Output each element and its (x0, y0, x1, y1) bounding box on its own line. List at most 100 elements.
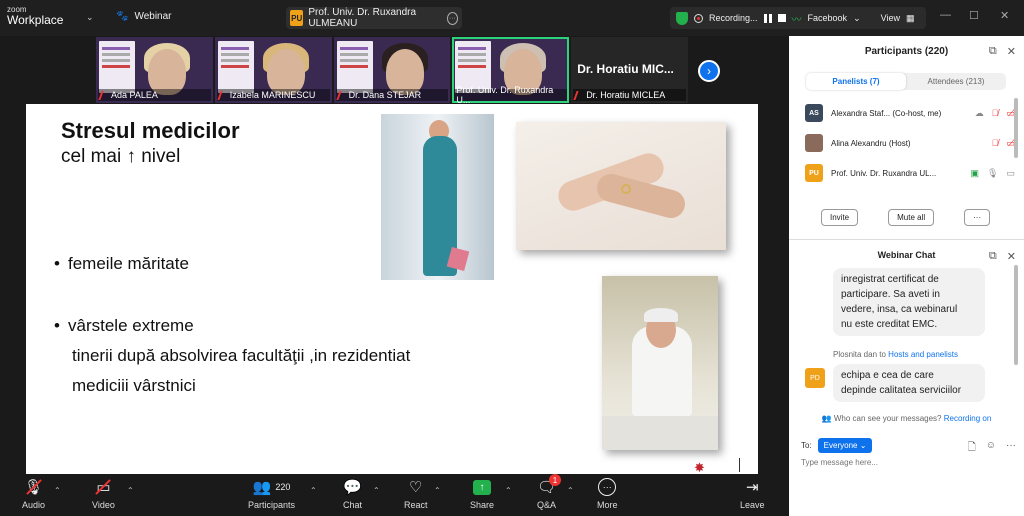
live-label[interactable]: Facebook (808, 13, 848, 23)
participant-row[interactable]: PU Prof. Univ. Dr. Ruxandra UL... ▣ 🎙 ▭ (805, 162, 1015, 184)
participants-scrollbar[interactable] (1014, 98, 1018, 158)
chevron-up-icon[interactable]: ⌃ (505, 486, 512, 495)
chevron-down-icon[interactable]: ⌄ (853, 13, 861, 24)
chevron-up-icon[interactable]: ⌃ (434, 486, 441, 495)
desk-shape (602, 416, 718, 450)
avatar: PD (805, 368, 825, 388)
more-options-icon[interactable]: ··· (446, 11, 458, 25)
participant-row[interactable]: AS Alexandra Staf... (Co-host, me) ☁ 🎙̸ … (805, 102, 1015, 124)
tile-nameplate: Izabela MARINESCU (216, 89, 330, 101)
tab-panelists[interactable]: Panelists (7) (806, 73, 906, 90)
recipient-select[interactable]: Everyone ⌄ (817, 438, 873, 453)
mic-icon[interactable]: 🎙 (987, 168, 998, 179)
stop-icon[interactable] (777, 14, 786, 22)
minimize-icon[interactable]: — (940, 9, 951, 21)
shield-icon[interactable] (676, 11, 688, 25)
tile-name: Prof. Univ. Dr. Ruxandra U... (456, 85, 554, 103)
participants-button[interactable]: 👥 220 Participants (248, 478, 295, 510)
participants-label: Participants (248, 500, 296, 510)
active-speaker-pill[interactable]: PU Prof. Univ. Dr. Ruxandra ULMEANU ··· (286, 7, 462, 29)
grid-icon[interactable]: ▦ (906, 13, 915, 24)
close-icon[interactable]: ✕ (1007, 250, 1016, 263)
slide-line: tinerii după absolvirea facultăţii ,in r… (72, 346, 411, 365)
chevron-up-icon[interactable]: ⌃ (54, 486, 61, 495)
react-button[interactable]: ♡ React (404, 478, 428, 510)
people-icon: 👥 (821, 414, 832, 423)
view-label[interactable]: View (881, 13, 900, 23)
more-button[interactable]: ··· More (597, 478, 618, 510)
slide-thumbnail (99, 41, 135, 93)
camera-icon[interactable]: ▭ (1006, 168, 1015, 179)
message-line: nu este creditat EMC. (841, 319, 938, 330)
message-visibility-note[interactable]: 👥 Who can see your messages? Recording o… (789, 414, 1024, 423)
qa-icon: 🗨 1 (537, 474, 561, 496)
message-line: participare. Sa aveti in (841, 289, 940, 300)
share-screen-icon: ↑ (473, 478, 492, 496)
paw-icon: 🐾 (116, 11, 129, 22)
emoji-icon[interactable]: ☺ (986, 440, 996, 457)
chevron-up-icon[interactable]: ⌃ (373, 486, 380, 495)
popout-icon[interactable]: ⧉ (989, 250, 997, 263)
mic-muted-icon (217, 90, 229, 100)
share-button[interactable]: ↑ Share (470, 478, 494, 510)
webinar-label: 🐾 Webinar (116, 11, 172, 22)
video-tile[interactable]: Ada PALEA (96, 37, 213, 103)
mute-all-button[interactable]: Mute all (888, 209, 935, 226)
chevron-up-icon[interactable]: ⌃ (127, 486, 134, 495)
mode-text: Webinar (134, 11, 172, 22)
video-tile[interactable]: Izabela MARINESCU (214, 37, 332, 103)
tab-attendees[interactable]: Attendees (213) (906, 73, 1006, 90)
chevron-up-icon[interactable]: ⌃ (310, 486, 317, 495)
invite-button[interactable]: Invite (821, 209, 859, 226)
popout-icon[interactable]: ⧉ (989, 45, 997, 58)
chevron-down-icon[interactable]: ⌄ (86, 12, 94, 23)
maximize-icon[interactable]: ☐ (969, 9, 979, 22)
bullet-text: vârstele extreme (68, 316, 194, 335)
message-line: vedere, insa, ca webinarul (841, 304, 958, 315)
mic-muted-icon[interactable]: 🎙̸ (992, 138, 999, 149)
mic-muted-icon[interactable]: 🎙̸ (992, 108, 999, 119)
tile-nameplate: Ada PALEA (98, 89, 211, 101)
next-page-button[interactable]: › (698, 60, 720, 82)
slide-thumbnail (336, 41, 373, 93)
recording-icon (694, 13, 703, 23)
who-link: Recording on (943, 414, 992, 423)
recipient-row: To: Everyone ⌄ (801, 438, 873, 453)
tile-nameplate: Dr. Dana STEJAR (335, 89, 449, 101)
video-tile[interactable]: Dr. Dana STEJAR (333, 37, 451, 103)
chat-input-icons: 🗋 ☺ ··· (968, 440, 1016, 457)
more-icon: ··· (598, 478, 617, 496)
more-icon[interactable]: ··· (1006, 440, 1016, 457)
qa-badge: 1 (549, 474, 561, 486)
chat-icon: 💬 (343, 479, 362, 496)
more-options-button[interactable]: ··· (964, 209, 991, 226)
zoom-window: zoom Workplace ⌄ 🐾 Webinar PU Prof. Univ… (0, 0, 1024, 516)
audio-button[interactable]: 🎙 Audio (22, 478, 45, 510)
chat-scrollbar[interactable] (1014, 265, 1018, 365)
tile-nameplate: Prof. Univ. Dr. Ruxandra U... (454, 85, 568, 103)
message-sender: Plosnita dan to Hosts and panelists (833, 350, 958, 359)
close-icon[interactable]: ✕ (1007, 45, 1016, 58)
participants-header-icons: ⧉ ✕ (989, 45, 1016, 58)
chevron-up-icon[interactable]: ⌃ (567, 486, 574, 495)
message-line: echipa e cea de care (841, 370, 934, 381)
participant-row[interactable]: Alina Alexandru (Host) 🎙̸ ▭̸ (805, 132, 1015, 154)
more-label: More (597, 500, 618, 510)
slide-thumbnail (217, 41, 254, 93)
video-tile-active[interactable]: Prof. Univ. Dr. Ruxandra U... (452, 37, 570, 103)
video-strip: Ada PALEA Izabela MARINESCU Dr. Dana STE… (96, 37, 688, 103)
video-tile-namecard[interactable]: Dr. Horatiu MIC... Dr. Horatiu MICLEA (571, 37, 688, 103)
chat-message-input[interactable] (801, 458, 1001, 467)
camera-off-icon: ▭ (95, 478, 112, 496)
participant-actions: Invite Mute all ··· (821, 209, 991, 226)
close-icon[interactable]: ✕ (1000, 9, 1009, 22)
video-button[interactable]: ▭ Video (92, 478, 115, 510)
leave-button[interactable]: ⇥ Leave (740, 478, 765, 510)
qa-button[interactable]: 🗨 1 Q&A (537, 474, 561, 510)
pause-icon[interactable] (763, 13, 772, 23)
hands-ring-photo (516, 122, 726, 250)
file-icon[interactable]: 🗋 (968, 440, 976, 457)
chat-button[interactable]: 💬 Chat (343, 478, 362, 510)
panel-divider (789, 239, 1024, 240)
side-panel: Participants (220) ⧉ ✕ Panelists (7) Att… (789, 36, 1024, 516)
